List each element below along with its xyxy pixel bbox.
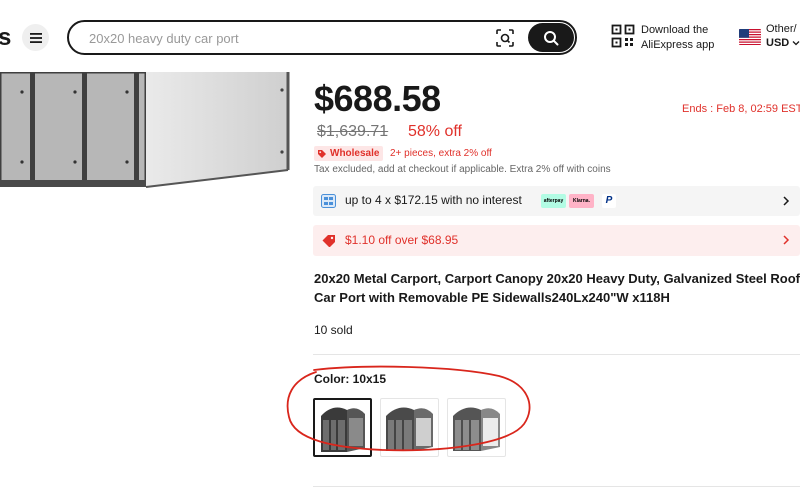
chevron-down-icon [792,41,800,46]
tag-icon [318,149,326,158]
product-main-image[interactable] [0,72,290,202]
sale-countdown: Ends : Feb 8, 02:59 EST [682,103,800,115]
app-download-line1: Download the [641,24,709,36]
app-download-line2: AliExpress app [641,39,715,51]
color-option-3[interactable] [447,398,506,457]
installment-icon [321,194,336,208]
product-title: 20x20 Metal Carport, Carport Canopy 20x2… [314,271,800,305]
site-logo[interactable]: s [0,24,11,52]
us-flag-icon[interactable] [739,29,761,45]
sold-count: 10 sold [314,323,353,337]
wholesale-badge-label: Wholesale [330,148,380,159]
menu-button[interactable] [22,24,49,51]
paypal-logo: P [602,194,616,208]
qr-code-icon[interactable] [611,24,635,48]
color-option-2[interactable] [380,398,439,457]
search-icon [544,30,559,45]
afterpay-logo: afterpay [541,194,566,208]
carport-thumbnail [453,407,500,451]
color-swatches [313,398,506,457]
carport-thumbnail [386,407,433,451]
locale-language: Other/ [766,23,797,35]
search-button[interactable] [528,23,574,52]
carport-thumbnail [321,407,365,452]
coupon-icon [322,235,335,247]
wholesale-note: 2+ pieces, extra 2% off [390,148,492,159]
carport-image [0,72,290,188]
color-option-1[interactable] [313,398,372,457]
locale-selector[interactable]: Other/ USD [766,22,800,50]
site-header: s Download the [0,0,800,72]
section-divider [313,486,800,487]
search-bar [67,20,577,55]
current-price: $688.58 [314,78,441,119]
locale-currency: USD [766,37,790,49]
search-input[interactable] [89,28,469,48]
tax-note: Tax excluded, add at checkout if applica… [314,164,611,175]
original-price: $1,639.71 [317,123,389,140]
installment-text: up to 4 x $172.15 with no interest [345,193,522,207]
app-download-link[interactable]: Download the AliExpress app [641,23,714,53]
chevron-right-icon [783,235,790,245]
installment-bar[interactable]: up to 4 x $172.15 with no interest after… [313,186,800,216]
coupon-text: $1.10 off over $68.95 [345,233,459,247]
wholesale-badge[interactable]: Wholesale [314,146,384,161]
discount-percent: 58% off [408,123,462,140]
chevron-right-icon [783,196,790,206]
hamburger-icon [29,32,42,43]
coupon-bar[interactable]: $1.10 off over $68.95 [313,225,800,256]
section-divider [313,354,800,355]
color-label: Color: 10x15 [314,372,387,386]
klarna-logo: Klarna. [569,194,594,208]
image-search-icon[interactable] [494,27,516,49]
